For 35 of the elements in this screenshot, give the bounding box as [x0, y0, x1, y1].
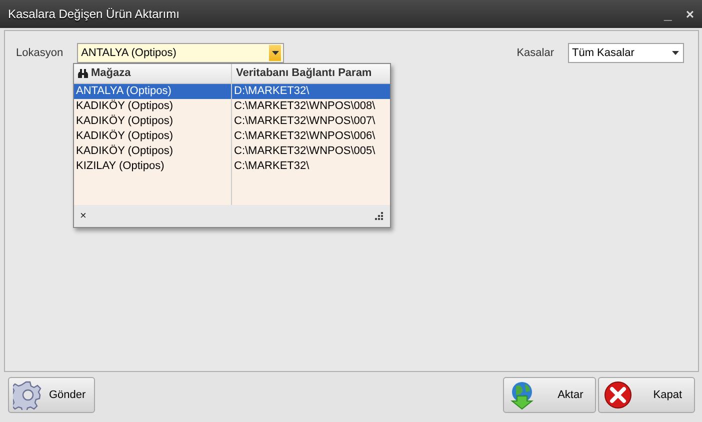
binoculars-icon — [78, 69, 88, 78]
table-cell: KADIKÖY (Optipos) — [74, 144, 232, 159]
table-row[interactable]: KADIKÖY (Optipos) C:\MARKET32\WNPOS\006\ — [74, 129, 390, 144]
table-row[interactable]: ANTALYA (Optipos) D:\MARKET32\ — [74, 84, 390, 99]
table-cell: ANTALYA (Optipos) — [74, 84, 232, 99]
location-label: Lokasyon — [16, 46, 64, 61]
table-row[interactable]: KIZILAY (Optipos) C:\MARKET32\ — [74, 159, 390, 174]
column-header[interactable]: Mağaza — [74, 64, 232, 83]
close-dialog-button[interactable]: Kapat — [598, 377, 695, 413]
table-cell: KIZILAY (Optipos) — [74, 159, 232, 174]
send-button[interactable]: Gönder — [8, 377, 95, 413]
column-header[interactable]: Veritabanı Bağlantı Param — [232, 64, 390, 83]
minimize-button[interactable]: _ — [664, 7, 672, 21]
table-cell: KADIKÖY (Optipos) — [74, 99, 232, 114]
table-cell: KADIKÖY (Optipos) — [74, 129, 232, 144]
registers-label: Kasalar — [516, 46, 554, 61]
table-cell-text: C:\MARKET32\ — [233, 159, 310, 174]
table-cell-text: C:\MARKET32\WNPOS\005\ — [233, 144, 376, 159]
table-row[interactable]: KADIKÖY (Optipos) C:\MARKET32\WNPOS\008\ — [74, 99, 390, 114]
location-combo[interactable]: ANTALYA (Optipos) — [77, 43, 284, 63]
resize-grip-icon[interactable] — [375, 212, 384, 220]
close-button[interactable]: × — [686, 7, 694, 21]
transfer-button[interactable]: Aktar — [502, 377, 596, 413]
close-icon — [603, 380, 634, 410]
table-cell-text: C:\MARKET32\WNPOS\006\ — [233, 129, 376, 144]
table-row[interactable]: KADIKÖY (Optipos) C:\MARKET32\WNPOS\007\ — [74, 114, 390, 129]
table-cell-text: C:\MARKET32\WNPOS\007\ — [233, 114, 376, 129]
table-cell-text: D:\MARKET32\ — [233, 84, 310, 99]
window-title: Kasalara Değişen Ürün Aktarımı — [8, 6, 180, 23]
registers-combo[interactable]: Tüm Kasalar — [568, 43, 684, 63]
table-row[interactable]: KADIKÖY (Optipos) C:\MARKET32\WNPOS\005\ — [74, 144, 390, 159]
table-cell-text: C:\MARKET32\WNPOS\008\ — [233, 99, 376, 114]
popup-close-button[interactable]: × — [80, 208, 86, 224]
gear-icon — [13, 380, 43, 410]
table-cell: KADIKÖY (Optipos) — [74, 114, 232, 129]
